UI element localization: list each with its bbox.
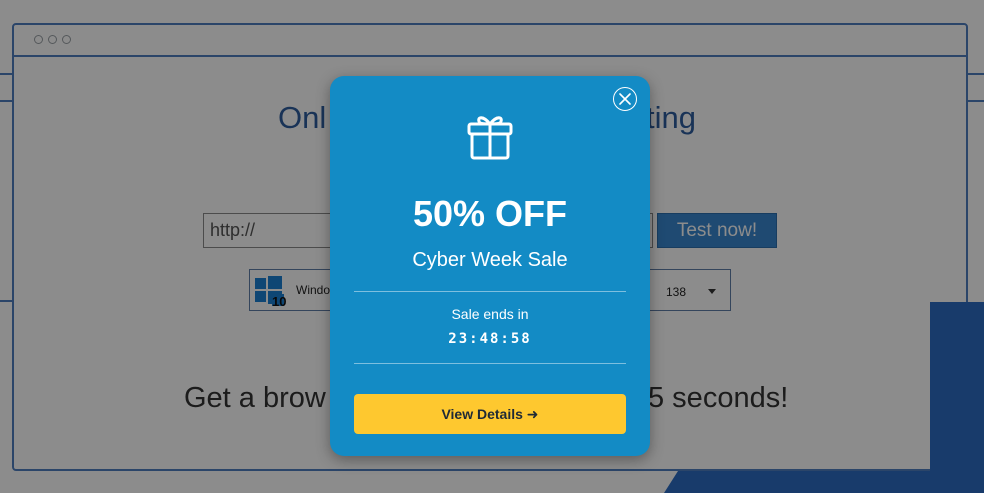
- close-icon: [619, 93, 631, 105]
- view-details-button[interactable]: View Details ➜: [354, 394, 626, 434]
- sale-title: Cyber Week Sale: [412, 249, 568, 271]
- countdown-timer: 23:48:58: [448, 331, 532, 347]
- modal-divider: [354, 291, 626, 292]
- close-button[interactable]: [613, 87, 637, 111]
- gift-icon: [467, 116, 513, 160]
- promo-modal: 50% OFF Cyber Week Sale Sale ends in 23:…: [330, 76, 650, 456]
- modal-divider: [354, 363, 626, 364]
- discount-headline: 50% OFF: [412, 193, 568, 234]
- sale-ends-label: Sale ends in: [451, 306, 529, 322]
